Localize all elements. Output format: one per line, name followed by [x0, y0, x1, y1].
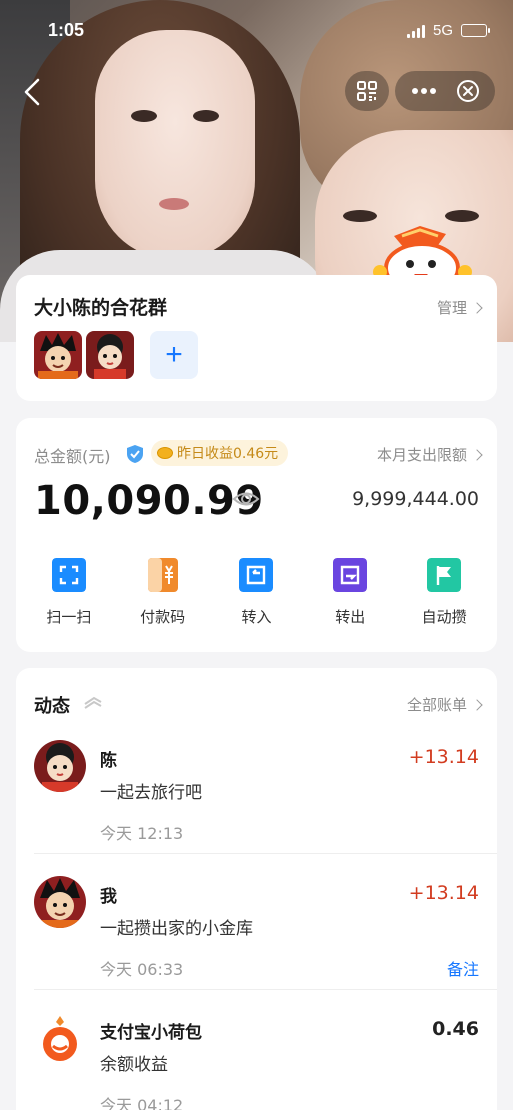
monthly-limit-value: 9,999,444.00	[352, 488, 479, 510]
action-label: 付款码	[140, 608, 186, 626]
divider	[34, 853, 497, 854]
feed-item-time: 今天 12:13	[100, 824, 184, 843]
chevron-right-icon	[471, 448, 483, 461]
member-avatar[interactable]	[86, 331, 134, 379]
yesterday-yield-text: 昨日收益0.46元	[177, 446, 279, 462]
add-member-button[interactable]: +	[150, 331, 198, 379]
yesterday-yield-badge[interactable]: 昨日收益0.46元	[151, 440, 289, 466]
monthly-limit-label: 本月支出限额	[376, 446, 467, 464]
avatar-cartoon-boy-icon	[34, 331, 82, 379]
close-icon[interactable]	[456, 79, 480, 103]
qr-scan-icon	[357, 81, 377, 101]
avatar-cartoon-girl-icon	[86, 331, 134, 379]
manage-label: 管理	[436, 299, 467, 317]
signal-icon	[406, 24, 425, 38]
scan-button[interactable]	[345, 71, 389, 111]
paycode-icon	[147, 558, 178, 592]
alipay-pouch-icon	[43, 1016, 77, 1061]
feed-item[interactable]: 支付宝小荷包 余额收益 今天 04:12 0.46	[16, 1012, 497, 1110]
avatar	[34, 1012, 86, 1064]
action-transfer-in[interactable]: 转入	[216, 558, 296, 627]
action-label: 转入	[241, 608, 272, 626]
status-time: 1:05	[48, 20, 85, 40]
chevron-right-icon	[471, 301, 483, 314]
feed-item-amount: +13.14	[408, 882, 479, 904]
action-label: 扫一扫	[46, 608, 92, 626]
avatar-cartoon-boy-icon	[34, 876, 86, 928]
group-card: 大小陈的合花群 管理 +	[16, 275, 497, 401]
transfer-out-icon	[333, 558, 368, 592]
flag-icon	[427, 558, 462, 592]
feed-item-message: 一起攒出家的小金库	[100, 919, 253, 939]
chevron-left-icon	[24, 78, 40, 106]
transfer-in-icon	[239, 558, 274, 592]
feed-item-time: 今天 06:33	[100, 960, 184, 979]
feed-item-amount: +13.14	[408, 746, 479, 768]
action-auto-save[interactable]: 自动攒	[404, 558, 484, 627]
member-avatar[interactable]	[34, 331, 82, 379]
eye-icon[interactable]	[232, 488, 260, 510]
back-button[interactable]	[16, 72, 48, 112]
chevron-right-icon	[471, 698, 483, 711]
action-scan[interactable]: 扫一扫	[29, 558, 109, 627]
network-type: 5G	[432, 22, 453, 39]
activity-feed-card: 动态 全部账单 陈 一起去旅行吧 今天 12:13 +13.14 我 一起攒出家…	[16, 668, 497, 1110]
feed-item-message: 余额收益	[100, 1055, 168, 1075]
quick-actions: 扫一扫 付款码 转入 转出 自动攒	[16, 558, 497, 627]
shield-icon[interactable]	[126, 444, 144, 464]
feed-item[interactable]: 我 一起攒出家的小金库 今天 06:33 +13.14 备注	[16, 876, 497, 1012]
divider	[34, 989, 497, 990]
stack-icon	[84, 696, 102, 709]
feed-item-time: 今天 04:12	[100, 1096, 184, 1110]
status-indicators: 5G	[406, 22, 490, 39]
battery-icon	[461, 24, 490, 37]
action-paycode[interactable]: 付款码	[123, 558, 203, 627]
manage-link[interactable]: 管理	[436, 297, 483, 318]
feed-item-amount: 0.46	[432, 1018, 479, 1040]
balance-card: 总金额(元) 昨日收益0.46元 本月支出限额 10,090.99 9,999,…	[16, 418, 497, 652]
scan-icon	[51, 558, 86, 592]
feed-item-message: 一起去旅行吧	[100, 783, 202, 803]
photo-person-left-face	[95, 30, 255, 260]
avatar	[34, 876, 86, 928]
total-amount-value: 10,090.99	[34, 478, 264, 524]
note-button[interactable]: 备注	[447, 956, 479, 980]
all-bills-link[interactable]: 全部账单	[406, 694, 483, 715]
feed-item-name: 陈	[100, 751, 117, 771]
monthly-limit-link[interactable]: 本月支出限额	[376, 444, 483, 465]
feed-item-name: 我	[100, 887, 117, 907]
action-label: 转出	[335, 608, 366, 626]
more-icon[interactable]	[411, 87, 437, 95]
group-title: 大小陈的合花群	[34, 297, 168, 319]
total-amount-label: 总金额(元)	[34, 447, 111, 466]
feed-item[interactable]: 陈 一起去旅行吧 今天 12:13 +13.14	[16, 740, 497, 876]
feed-title: 动态	[34, 696, 70, 717]
avatar-cartoon-girl-icon	[34, 740, 86, 792]
feed-item-name: 支付宝小荷包	[100, 1023, 202, 1043]
all-bills-label: 全部账单	[406, 696, 467, 714]
action-label: 自动攒	[421, 608, 467, 626]
mini-app-capsule	[395, 71, 495, 111]
avatar	[34, 740, 86, 792]
coin-icon	[157, 447, 173, 459]
action-transfer-out[interactable]: 转出	[310, 558, 390, 627]
